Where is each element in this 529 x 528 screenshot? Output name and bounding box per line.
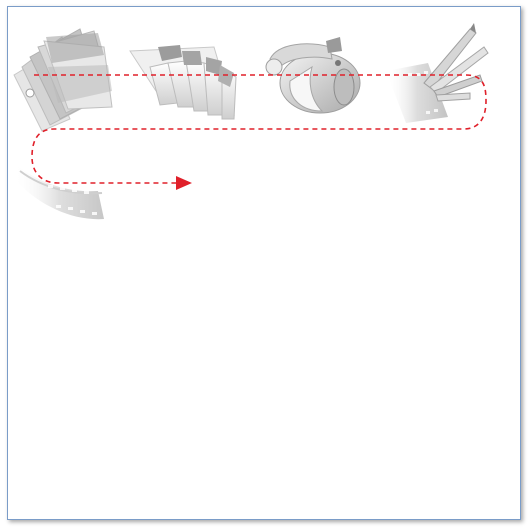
drawing-canvas[interactable]: [7, 6, 521, 520]
pencils-film-icon: [386, 23, 489, 123]
piano-keys-icon: [129, 45, 237, 120]
arrow-head-icon: [176, 176, 192, 190]
film-strip-icon: [14, 163, 104, 220]
canvas-artwork: [13, 23, 489, 220]
color-swatch-fan-icon: [13, 28, 113, 132]
